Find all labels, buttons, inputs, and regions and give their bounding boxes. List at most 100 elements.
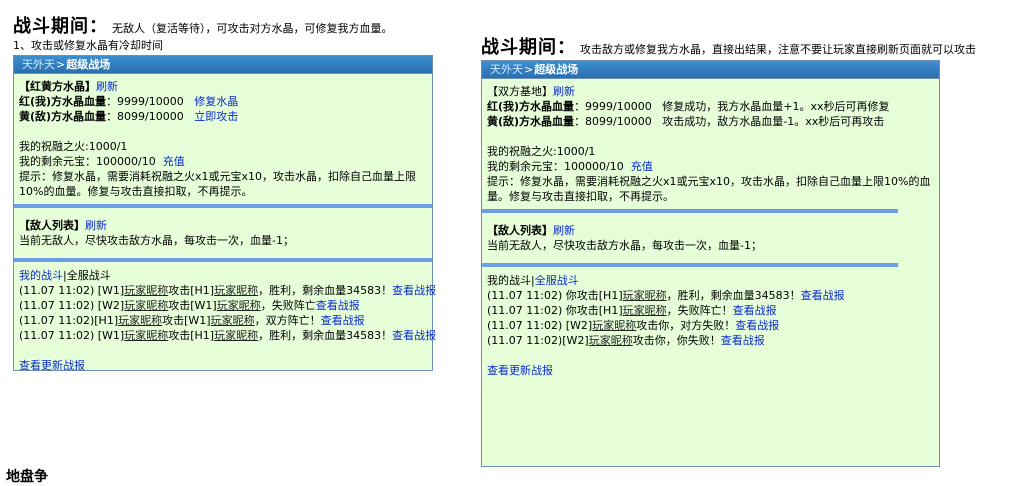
red-crystal-label: 红(我)方水晶血量 — [19, 95, 107, 108]
blessing-fire: 我的祝融之火:1000/1 — [487, 145, 596, 158]
recharge-link[interactable]: 充值 — [631, 160, 653, 173]
log-row: (11.07 11:02)[H1]玩家昵称攻击[W1]玩家昵称，双方阵亡！查看战… — [19, 313, 432, 328]
yellow-crystal-label: 黄(敌)方水晶血量 — [487, 115, 575, 128]
hint-text: 提示：修复水晶，需要消耗祝融之火x1或元宝x10，攻击水晶，扣除自己血量上限10… — [487, 175, 931, 203]
crystal-refresh-link[interactable]: 刷新 — [96, 80, 118, 93]
hint-text: 提示：修复水晶，需要消耗祝融之火x1或元宝x10，攻击水晶，扣除自己血量上限10… — [19, 170, 417, 198]
view-report-link[interactable]: 查看战报 — [316, 299, 360, 312]
player-name[interactable]: 玩家昵称 — [589, 334, 633, 347]
log-result: ，胜利，剩余血量34583！ — [666, 289, 801, 302]
player-name[interactable]: 玩家昵称 — [118, 314, 162, 327]
log-action: 攻击[W1] — [162, 314, 211, 327]
log-row: (11.07 11:02) [W2]玩家昵称攻击你，对方失败！查看战报 — [487, 318, 939, 333]
log-result: ，胜利，剩余血量34583！ — [258, 329, 393, 342]
enemy-refresh-link[interactable]: 刷新 — [553, 224, 575, 237]
log-row: (11.07 11:02) [W2]玩家昵称攻击[W1]玩家昵称，失败阵亡查看战… — [19, 298, 432, 313]
player-name[interactable]: 玩家昵称 — [211, 314, 255, 327]
player-name[interactable]: 玩家昵称 — [124, 299, 168, 312]
right-enemy-section: 【敌人列表】刷新 当前无敌人，尽快攻击敌方水晶，每攻击一次，血量-1； — [482, 213, 939, 253]
view-report-link[interactable]: 查看战报 — [735, 319, 779, 332]
log-result: ，失败阵亡！ — [666, 304, 733, 317]
enemy-refresh-link[interactable]: 刷新 — [85, 219, 107, 232]
breadcrumb-separator: > — [524, 63, 534, 76]
red-crystal-value: ：9999/10000 — [574, 100, 652, 113]
yuanbao-balance: 我的剩余元宝：100000/10 — [19, 155, 156, 168]
right-heading-desc: 攻击敌方或修复我方水晶，直接出结果，注意不要让玩家直接刷新页面就可以攻击 — [580, 43, 976, 56]
view-report-link[interactable]: 查看战报 — [392, 284, 436, 297]
enemy-list-title: 【敌人列表】 — [487, 224, 553, 237]
attack-now-link[interactable]: 立即攻击 — [194, 110, 238, 123]
log-row: (11.07 11:02) [W1]玩家昵称攻击[H1]玩家昵称，胜利，剩余血量… — [19, 283, 436, 298]
breadcrumb-current: 超级战场 — [66, 58, 111, 71]
log-result: ，双方阵亡！ — [254, 314, 321, 327]
left-cooldown-note: 1、攻击或修复水晶有冷却时间 — [13, 39, 163, 52]
recharge-link[interactable]: 充值 — [163, 155, 185, 168]
next-section-heading-fragment: 地盘争 — [6, 469, 48, 485]
player-name[interactable]: 玩家昵称 — [124, 329, 168, 342]
log-action: 攻击[H1] — [168, 284, 215, 297]
crystal-title: 【红黄方水晶】 — [19, 80, 96, 93]
left-breadcrumb: 天外天>超级战场 — [14, 56, 432, 74]
log-result: ，失败阵亡 — [260, 299, 316, 312]
repair-result-message: 修复成功，我方水晶血量+1。xx秒后可再修复 — [662, 100, 890, 113]
left-battle-panel: 天外天>超级战场 【红黄方水晶】刷新 红(我)方水晶血量：9999/10000 … — [13, 55, 436, 372]
right-breadcrumb: 天外天>超级战场 — [482, 61, 939, 79]
log-prefix: (11.07 11:02) [W2] — [487, 319, 593, 332]
attack-result-message: 攻击成功，敌方水晶血量-1。xx秒后可再攻击 — [662, 115, 885, 128]
log-result: 攻击你，对方失败！ — [636, 319, 736, 332]
breadcrumb-home-link[interactable]: 天外天 — [22, 58, 55, 71]
log-result: ，胜利，剩余血量34583！ — [258, 284, 393, 297]
left-enemy-section: 【敌人列表】刷新 当前无敌人，尽快攻击敌方水晶，每攻击一次，血量-1； — [14, 208, 432, 248]
log-prefix: (11.07 11:02) 你攻击[H1] — [487, 289, 623, 302]
player-name[interactable]: 玩家昵称 — [214, 329, 258, 342]
view-report-link[interactable]: 查看战报 — [321, 314, 365, 327]
player-name[interactable]: 玩家昵称 — [214, 284, 258, 297]
yellow-crystal-value: ：8099/10000 — [574, 115, 652, 128]
breadcrumb-current: 超级战场 — [534, 63, 579, 76]
left-heading-desc: 无敌人（复活等待），可攻击对方水晶，可修复我方血量。 — [112, 22, 393, 35]
log-row: (11.07 11:02) [W1]玩家昵称攻击[H1]玩家昵称，胜利，剩余血量… — [19, 328, 436, 343]
tab-server-battles[interactable]: 全服战斗 — [67, 269, 111, 282]
log-prefix: (11.07 11:02) [W2] — [19, 299, 125, 312]
log-result: 攻击你，你失败！ — [632, 334, 721, 347]
base-title: 【双方基地】 — [487, 85, 553, 98]
view-more-reports-link[interactable]: 查看更新战报 — [19, 359, 85, 372]
red-crystal-value: ：9999/10000 — [106, 95, 184, 108]
left-heading: 战斗期间： 无敌人（复活等待），可攻击对方水晶，可修复我方血量。 — [13, 12, 393, 38]
right-log-section: 我的战斗|全服战斗 (11.07 11:02) 你攻击[H1]玩家昵称，胜利，剩… — [482, 267, 939, 378]
view-report-link[interactable]: 查看战报 — [721, 334, 765, 347]
view-report-link[interactable]: 查看战报 — [392, 329, 436, 342]
view-report-link[interactable]: 查看战报 — [733, 304, 777, 317]
left-heading-title: 战斗期间： — [13, 16, 108, 37]
right-crystal-section: 【双方基地】刷新 红(我)方水晶血量：9999/10000 修复成功，我方水晶血… — [482, 79, 939, 204]
log-action: 攻击[H1] — [168, 329, 215, 342]
log-row: (11.07 11:02) 你攻击[H1]玩家昵称，失败阵亡！查看战报 — [487, 303, 939, 318]
yuanbao-balance: 我的剩余元宝：100000/10 — [487, 160, 624, 173]
player-name[interactable]: 玩家昵称 — [623, 289, 667, 302]
view-report-link[interactable]: 查看战报 — [801, 289, 845, 302]
log-row: (11.07 11:02)[W2]玩家昵称攻击你，你失败！查看战报 — [487, 333, 939, 348]
repair-crystal-link[interactable]: 修复水晶 — [194, 95, 238, 108]
log-prefix: (11.07 11:02) 你攻击[H1] — [487, 304, 623, 317]
player-name[interactable]: 玩家昵称 — [623, 304, 667, 317]
base-refresh-link[interactable]: 刷新 — [553, 85, 575, 98]
player-name[interactable]: 玩家昵称 — [592, 319, 636, 332]
player-name[interactable]: 玩家昵称 — [124, 284, 168, 297]
blessing-fire: 我的祝融之火:1000/1 — [19, 140, 128, 153]
right-battle-panel: 天外天>超级战场 【双方基地】刷新 红(我)方水晶血量：9999/10000 修… — [481, 60, 940, 467]
right-heading: 战斗期间： 攻击敌方或修复我方水晶，直接出结果，注意不要让玩家直接刷新页面就可以攻… — [481, 33, 976, 59]
log-prefix: (11.07 11:02)[H1] — [19, 314, 119, 327]
player-name[interactable]: 玩家昵称 — [217, 299, 261, 312]
enemy-list-text: 当前无敌人，尽快攻击敌方水晶，每攻击一次，血量-1； — [487, 239, 762, 252]
tab-server-battles[interactable]: 全服战斗 — [535, 274, 579, 287]
tab-my-battles[interactable]: 我的战斗 — [487, 274, 531, 287]
enemy-list-text: 当前无敌人，尽快攻击敌方水晶，每攻击一次，血量-1； — [19, 234, 294, 247]
breadcrumb-separator: > — [56, 58, 66, 71]
right-heading-title: 战斗期间： — [481, 37, 576, 58]
log-action: 攻击[W1] — [168, 299, 217, 312]
tab-my-battles[interactable]: 我的战斗 — [19, 269, 63, 282]
enemy-list-title: 【敌人列表】 — [19, 219, 85, 232]
view-more-reports-link[interactable]: 查看更新战报 — [487, 364, 553, 377]
breadcrumb-home-link[interactable]: 天外天 — [490, 63, 523, 76]
yellow-crystal-label: 黄(敌)方水晶血量 — [19, 110, 107, 123]
